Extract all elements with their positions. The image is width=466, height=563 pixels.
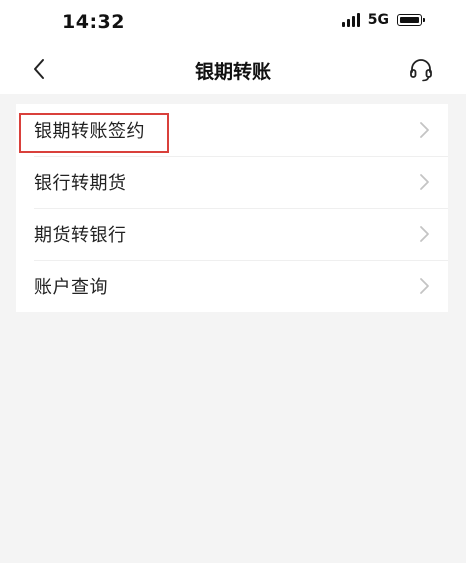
- menu-item-label: 账户查询: [34, 277, 108, 298]
- page-title: 银期转账: [194, 61, 271, 83]
- menu-item-account-query[interactable]: 账户查询: [16, 260, 448, 312]
- headset-icon: [410, 59, 432, 82]
- status-time: 14:32: [62, 11, 125, 33]
- menu-item-label: 期货转银行: [34, 225, 127, 246]
- menu-item-label: 银行转期货: [34, 173, 127, 194]
- menu-item-label: 银期转账签约: [34, 121, 145, 142]
- menu-item-bank-futures-signing[interactable]: 银期转账签约: [16, 104, 448, 156]
- menu-item-futures-to-bank[interactable]: 期货转银行: [16, 208, 448, 260]
- signal-icon: [341, 13, 360, 27]
- chevron-right-icon: [420, 122, 429, 138]
- menu-list: 银期转账签约 银行转期货 期货转银行 账户查询: [16, 104, 448, 312]
- network-label: 5G: [367, 12, 389, 28]
- nav-bar: 银期转账: [0, 44, 466, 94]
- chevron-right-icon: [420, 174, 429, 190]
- status-bar: 14:32 5G: [0, 0, 466, 44]
- chevron-right-icon: [420, 226, 429, 242]
- status-indicators: 5G: [341, 12, 425, 28]
- battery-icon: [397, 14, 425, 26]
- menu-item-bank-to-futures[interactable]: 银行转期货: [16, 156, 448, 208]
- customer-service-button[interactable]: [406, 55, 436, 85]
- content-area: 银期转账签约 银行转期货 期货转银行 账户查询: [0, 94, 466, 563]
- chevron-right-icon: [420, 278, 429, 294]
